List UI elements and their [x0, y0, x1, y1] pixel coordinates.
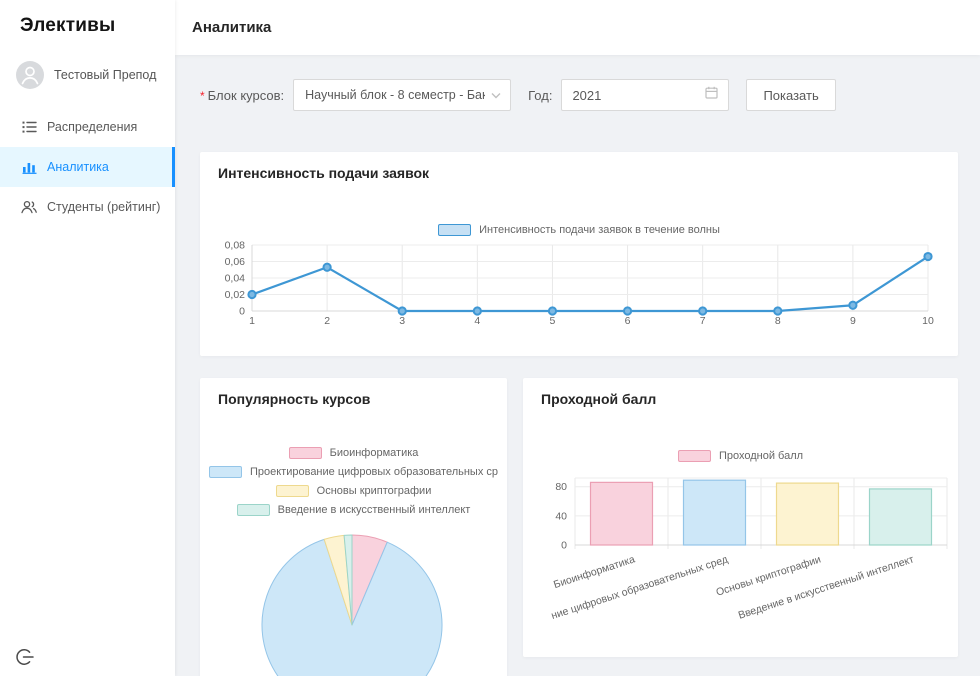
popularity-chart-title: Популярность курсов: [218, 391, 370, 407]
axis-tick-label: Биоинформатика: [552, 553, 636, 591]
axis-tick-label: 8: [775, 315, 781, 327]
popularity-pie-chart: [200, 528, 507, 676]
line-point[interactable]: [248, 291, 255, 298]
list-icon: [21, 119, 37, 135]
year-label: Год:: [528, 88, 552, 103]
intensity-chart-title: Интенсивность подачи заявок: [218, 165, 429, 181]
legend-swatch-icon: [438, 224, 471, 236]
legend-swatch-icon: [678, 450, 711, 462]
filter-bar: *Блок курсов: Научный блок - 8 семестр -…: [200, 79, 836, 111]
user-profile[interactable]: Тестовый Препод: [0, 49, 175, 99]
sidebar-item-distributions[interactable]: Распределения: [0, 107, 175, 147]
sidebar-item-label: Аналитика: [47, 160, 109, 174]
line-point[interactable]: [924, 253, 931, 260]
axis-tick-label: 6: [625, 315, 631, 327]
user-avatar-icon: [16, 61, 44, 89]
calendar-icon: [705, 86, 718, 104]
axis-tick-label: 2: [324, 315, 330, 327]
page-title: Аналитика: [175, 19, 271, 36]
year-input-field[interactable]: [572, 88, 705, 103]
course-block-select[interactable]: Научный блок - 8 семестр - Бакалавр...: [293, 79, 511, 111]
legend-label: Интенсивность подачи заявок в течение во…: [479, 224, 720, 236]
line-series: [252, 257, 928, 311]
line-point[interactable]: [399, 307, 406, 314]
line-point[interactable]: [549, 307, 556, 314]
axis-tick-label: 10: [922, 315, 934, 327]
axis-tick-label: 0: [239, 306, 245, 318]
sidebar-item-label: Студенты (рейтинг): [47, 200, 160, 214]
legend-item[interactable]: Проходной балл: [678, 449, 803, 463]
line-point[interactable]: [324, 264, 331, 271]
legend-item[interactable]: Проектирование цифровых образовательных …: [206, 465, 501, 479]
bar[interactable]: [684, 480, 746, 545]
axis-tick-label: 5: [550, 315, 556, 327]
legend-label: Введение в искусственный интеллект: [278, 504, 471, 516]
line-point[interactable]: [699, 307, 706, 314]
line-point[interactable]: [774, 307, 781, 314]
axis-tick-label: 80: [555, 481, 567, 493]
legend-item[interactable]: Введение в искусственный интеллект: [206, 503, 501, 517]
legend-swatch-icon: [209, 466, 242, 478]
bar-chart-icon: [21, 159, 37, 175]
intensity-line-chart: 1 2 3 4 5 6 7 8 9 10 0 0,02 0,04 0,06 0,08: [200, 238, 958, 338]
legend-label: Биоинформатика: [330, 447, 419, 459]
popularity-chart-legend: Биоинформатика Проектирование цифровых об…: [200, 446, 507, 522]
team-icon: [21, 199, 37, 215]
line-point[interactable]: [474, 307, 481, 314]
intensity-chart-card: Интенсивность подачи заявок Интенсивност…: [200, 152, 958, 356]
page-header: Аналитика: [175, 0, 980, 55]
axis-tick-label: ние цифровых образовательных сред: [550, 553, 730, 622]
line-point[interactable]: [849, 302, 856, 309]
axis-tick-label: 3: [399, 315, 405, 327]
passing-score-bar-chart: 0 40 80 Биоинформатикание цифровых образова…: [523, 474, 958, 657]
legend-swatch-icon: [289, 447, 322, 459]
axis-tick-label: 9: [850, 315, 856, 327]
bar[interactable]: [777, 483, 839, 545]
popularity-chart-card: Популярность курсов Биоинформатика Проект…: [200, 378, 507, 676]
user-name: Тестовый Препод: [54, 68, 156, 82]
app-logo: Элективы: [0, 0, 175, 49]
sidebar: Элективы Тестовый Препод: [0, 0, 175, 676]
axis-tick-label: 0,04: [225, 273, 246, 285]
passing-score-chart-card: Проходной балл Проходной балл 0 40 80 Биоин…: [523, 378, 958, 657]
logout-icon[interactable]: [14, 646, 38, 670]
sidebar-item-analytics[interactable]: Аналитика: [0, 147, 175, 187]
axis-tick-label: 7: [700, 315, 706, 327]
legend-swatch-icon: [237, 504, 270, 516]
axis-tick-label: 40: [555, 510, 567, 522]
year-input[interactable]: [561, 79, 729, 111]
legend-label: Основы криптографии: [317, 485, 432, 497]
passing-score-chart-title: Проходной балл: [541, 391, 656, 407]
axis-tick-label: 0: [561, 540, 567, 552]
required-mark: *: [200, 89, 205, 103]
legend-item[interactable]: Основы криптографии: [206, 484, 501, 498]
sidebar-nav: Распределения Аналитика: [0, 107, 175, 227]
legend-swatch-icon: [276, 485, 309, 497]
axis-tick-label: 0,02: [225, 289, 246, 301]
legend-item[interactable]: Интенсивность подачи заявок в течение во…: [438, 223, 720, 237]
show-button[interactable]: Показать: [746, 79, 835, 111]
sidebar-item-students[interactable]: Студенты (рейтинг): [0, 187, 175, 227]
sidebar-item-label: Распределения: [47, 120, 137, 134]
course-block-label: *Блок курсов:: [200, 88, 284, 103]
axis-tick-label: 0,06: [225, 256, 246, 268]
course-block-value: Научный блок - 8 семестр - Бакалавр...: [305, 88, 485, 102]
bar[interactable]: [870, 489, 932, 545]
axis-tick-label: 4: [474, 315, 480, 327]
legend-label: Проходной балл: [719, 450, 803, 462]
axis-tick-label: Введение в искусственный интеллект: [737, 553, 916, 621]
axis-tick-label: 1: [249, 315, 255, 327]
line-point[interactable]: [624, 307, 631, 314]
bar[interactable]: [591, 482, 653, 545]
legend-label: Проектирование цифровых образовательных …: [250, 466, 498, 478]
app-root: Элективы Тестовый Препод: [0, 0, 980, 676]
main-content: *Блок курсов: Научный блок - 8 семестр -…: [175, 55, 980, 676]
passing-score-chart-legend: Проходной балл: [523, 449, 958, 468]
axis-tick-label: 0,08: [225, 240, 246, 252]
chevron-down-icon: [491, 92, 501, 99]
legend-item[interactable]: Биоинформатика: [206, 446, 501, 460]
